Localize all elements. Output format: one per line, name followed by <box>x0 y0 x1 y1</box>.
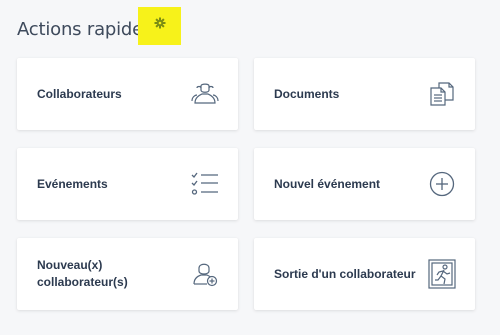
card-label: Nouveau(x) collaborateur(s) <box>37 258 128 289</box>
quick-actions-header: Actions rapides <box>17 19 152 40</box>
checklist-icon <box>190 169 220 199</box>
users-icon <box>190 79 220 109</box>
card-evenements[interactable]: Evénements <box>17 148 238 220</box>
gear-icon <box>154 17 166 29</box>
card-label: Sortie d'un collaborateur <box>274 266 416 281</box>
card-collaborateurs[interactable]: Collaborateurs <box>17 58 238 130</box>
card-sortie-collaborateur[interactable]: Sortie d'un collaborateur <box>254 238 475 310</box>
card-label: Evénements <box>37 176 108 191</box>
card-nouveaux-collaborateurs[interactable]: Nouveau(x) collaborateur(s) <box>17 238 238 310</box>
card-label: Documents <box>274 86 340 101</box>
settings-button[interactable] <box>138 7 181 45</box>
plus-circle-icon <box>427 169 457 199</box>
card-nouvel-evenement[interactable]: Nouvel événement <box>254 148 475 220</box>
card-label: Collaborateurs <box>37 86 122 101</box>
card-documents[interactable]: Documents <box>254 58 475 130</box>
page-title: Actions rapides <box>17 19 153 40</box>
add-user-icon <box>190 259 220 289</box>
documents-icon <box>427 79 457 109</box>
card-label: Nouvel événement <box>274 176 381 191</box>
exit-icon <box>427 259 457 289</box>
